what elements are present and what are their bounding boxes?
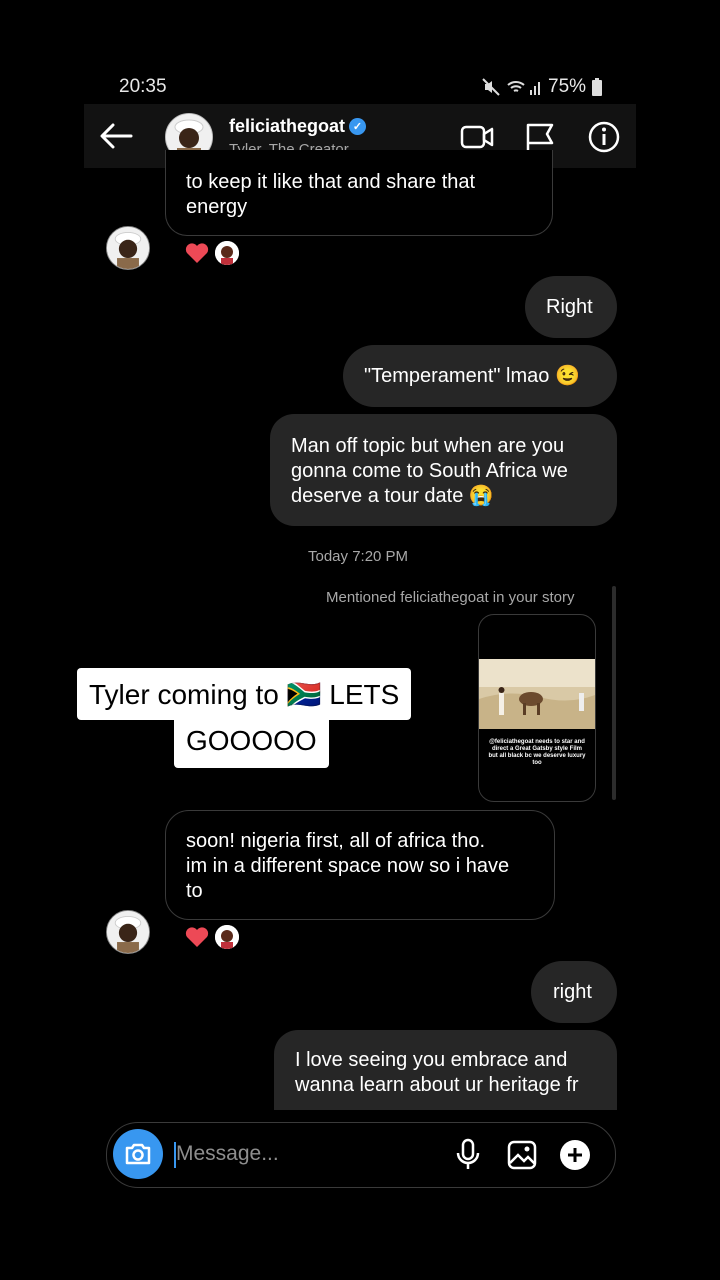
avatar[interactable] xyxy=(106,226,150,270)
avatar[interactable] xyxy=(106,910,150,954)
message-text: right xyxy=(553,981,592,1003)
message-line: I love seeing you embrace and xyxy=(295,1049,568,1071)
camera-icon xyxy=(125,1143,151,1165)
message-line: to keep it like that and share that xyxy=(186,171,476,193)
outgoing-message[interactable]: I love seeing you embrace and wanna lear… xyxy=(274,1030,617,1110)
message-line: to xyxy=(186,880,203,902)
battery-percent: 75% xyxy=(548,76,587,97)
story-image xyxy=(479,659,595,729)
outgoing-message[interactable]: "Temperament" lmao 😉 xyxy=(343,345,617,407)
message-line: Man off topic but when are you xyxy=(291,435,565,457)
status-icons: 75% xyxy=(482,76,603,98)
verified-icon: ✓ xyxy=(349,118,367,135)
heart-icon[interactable] xyxy=(184,241,210,265)
message-text: "Temperament" lmao 😉 xyxy=(364,365,580,387)
message-line: soon! nigeria first, all of africa tho. xyxy=(186,830,486,852)
message-line: energy xyxy=(186,196,248,218)
message-line: wanna learn about ur heritage fr xyxy=(295,1074,579,1096)
incoming-message[interactable]: soon! nigeria first, all of africa tho. … xyxy=(165,810,555,920)
outgoing-message[interactable]: Man off topic but when are you gonna com… xyxy=(270,414,617,526)
outgoing-message[interactable]: Right xyxy=(525,276,617,338)
username-text: feliciathegoat xyxy=(229,116,346,136)
battery-icon xyxy=(592,78,603,96)
reaction-avatar xyxy=(215,925,239,949)
outgoing-message[interactable]: right xyxy=(531,961,617,1023)
timestamp: Today 7:20 PM xyxy=(308,548,409,565)
info-icon[interactable] xyxy=(587,120,621,154)
gallery-icon[interactable] xyxy=(507,1140,537,1170)
wifi-signal-icon xyxy=(507,81,540,95)
message-line: gonna come to South Africa we xyxy=(291,460,568,482)
video-call-icon[interactable] xyxy=(460,120,494,154)
message-line: deserve a tour date 😭 xyxy=(291,485,494,507)
story-caption: @feliciathegoat needs to star and direct… xyxy=(488,739,586,766)
chat-username[interactable]: feliciathegoat ✓ xyxy=(229,116,367,137)
status-time: 20:35 xyxy=(119,76,167,97)
microphone-icon[interactable] xyxy=(455,1138,481,1172)
message-input[interactable]: Message... xyxy=(176,1142,279,1166)
incoming-message[interactable]: to keep it like that and share that ener… xyxy=(165,150,553,236)
back-arrow-icon[interactable] xyxy=(97,118,137,154)
message-text: Right xyxy=(546,296,593,318)
overlay-caption-line2: GOOOOO xyxy=(174,714,329,768)
flag-icon[interactable] xyxy=(523,120,557,154)
message-line: im in a different space now so i have xyxy=(186,855,510,877)
overlay-caption-line1: Tyler coming to 🇿🇦 LETS xyxy=(77,668,412,720)
story-mention-card[interactable]: @feliciathegoat needs to star and direct… xyxy=(478,614,596,802)
camera-button[interactable] xyxy=(113,1129,163,1179)
heart-icon[interactable] xyxy=(184,925,210,949)
scrollbar[interactable] xyxy=(612,586,616,800)
mute-icon xyxy=(482,78,500,96)
story-mention-label: Mentioned feliciathegoat in your story xyxy=(326,589,575,606)
plus-icon[interactable] xyxy=(558,1138,592,1172)
reaction-avatar xyxy=(215,241,239,265)
